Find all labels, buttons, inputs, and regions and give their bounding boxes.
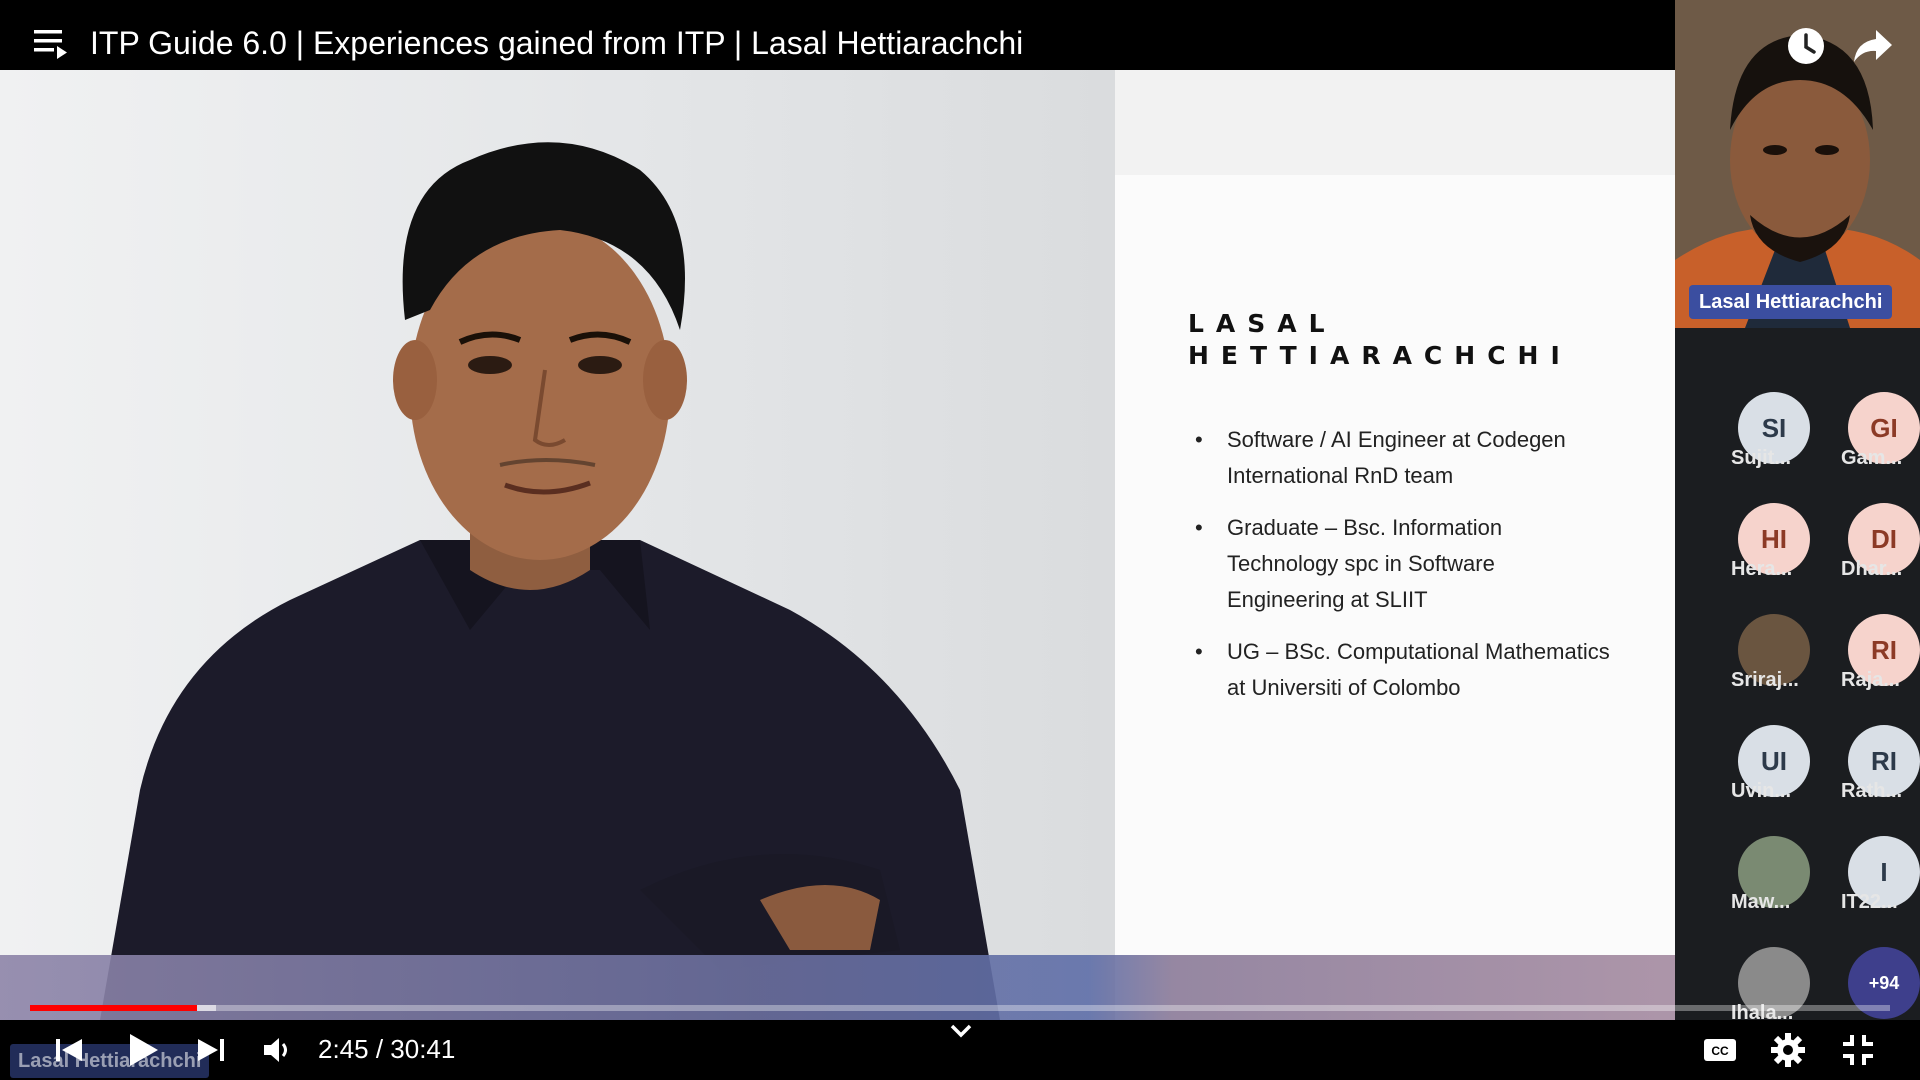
video-title[interactable]: ITP Guide 6.0 | Experiences gained from … xyxy=(90,25,1023,62)
participant-name: Dhar... xyxy=(1841,558,1903,580)
participants-panel: Lasal Hettiarachchi SI Sujit... GI Gam... HI… xyxy=(1675,0,1920,1080)
participant-tile[interactable]: RI Rath... xyxy=(1813,725,1920,825)
slide-title-line1: LASAL xyxy=(1188,309,1337,338)
participant-tile[interactable]: I IT22... xyxy=(1813,836,1920,936)
participant-name: Raja... xyxy=(1841,669,1900,691)
speaker-photo-illustration xyxy=(100,142,1000,1020)
participant-tile[interactable]: HI Hera... xyxy=(1703,503,1813,603)
participant-tile[interactable]: SI Sujit... xyxy=(1703,392,1813,492)
volume-icon[interactable] xyxy=(258,1030,298,1070)
svg-text:CC: CC xyxy=(1711,1044,1729,1058)
skip-previous-icon[interactable] xyxy=(50,1030,90,1070)
slide-title-line2: HETTIARACHCHI xyxy=(1188,341,1572,370)
chevron-down-icon[interactable] xyxy=(946,1020,976,1042)
participant-tile[interactable]: RI Raja... xyxy=(1813,614,1920,714)
skip-next-icon[interactable] xyxy=(190,1030,230,1070)
play-icon[interactable] xyxy=(118,1026,166,1074)
participant-name: Sriraj... xyxy=(1731,669,1799,691)
top-bar: ITP Guide 6.0 | Experiences gained from … xyxy=(0,0,1675,70)
slide-header-strip xyxy=(1115,70,1675,175)
gear-icon[interactable] xyxy=(1768,1030,1808,1070)
slide-title: LASAL HETTIARACHCHI xyxy=(1188,308,1572,372)
slide-bullet: UG – BSc. Computational Mathematics at U… xyxy=(1195,634,1615,706)
player-controls: Lasal Hettiarachchi 2:45 / 30:41 CC xyxy=(0,1020,1920,1080)
speaker-name-label: Lasal Hettiarachchi xyxy=(1689,285,1893,319)
participant-name: Gam... xyxy=(1841,447,1903,469)
captions-icon[interactable]: CC xyxy=(1700,1030,1740,1070)
participant-tile[interactable]: UI Uvin... xyxy=(1703,725,1813,825)
progress-bar[interactable] xyxy=(30,1005,1890,1011)
playlist-icon[interactable] xyxy=(34,28,70,60)
participant-name: Maw... xyxy=(1731,891,1791,913)
presentation-slide: LASAL HETTIARACHCHI Software / AI Engine… xyxy=(1115,70,1675,1020)
speaker-name-overlay: Lasal Hettiarachchi xyxy=(10,1044,210,1078)
participant-name: Sujit... xyxy=(1731,447,1791,469)
time-display: 2:45 / 30:41 xyxy=(318,1034,456,1064)
participant-name: Uvin... xyxy=(1731,780,1792,802)
share-icon[interactable] xyxy=(1852,28,1894,64)
participant-tile[interactable]: GI Gam... xyxy=(1813,392,1920,492)
video-frame[interactable]: LASAL HETTIARACHCHI Software / AI Engine… xyxy=(0,70,1675,1020)
clock-icon[interactable] xyxy=(1786,26,1826,66)
participant-name: Rath... xyxy=(1841,780,1903,802)
progress-played xyxy=(30,1005,197,1011)
participant-name: Hera... xyxy=(1731,558,1793,580)
slide-bullet: Software / AI Engineer at Codegen Intern… xyxy=(1195,422,1615,494)
slide-bullet: Graduate – Bsc. Information Technology s… xyxy=(1195,510,1615,618)
participant-tile[interactable]: Maw... xyxy=(1703,836,1813,936)
participant-name: IT22... xyxy=(1841,891,1898,913)
exit-fullscreen-icon[interactable] xyxy=(1838,1030,1878,1070)
participant-tile[interactable]: DI Dhar... xyxy=(1813,503,1920,603)
slide-bullet-list: Software / AI Engineer at Codegen Intern… xyxy=(1195,422,1615,722)
speaker-photo xyxy=(0,70,1115,1020)
participant-tile[interactable]: Sriraj... xyxy=(1703,614,1813,714)
